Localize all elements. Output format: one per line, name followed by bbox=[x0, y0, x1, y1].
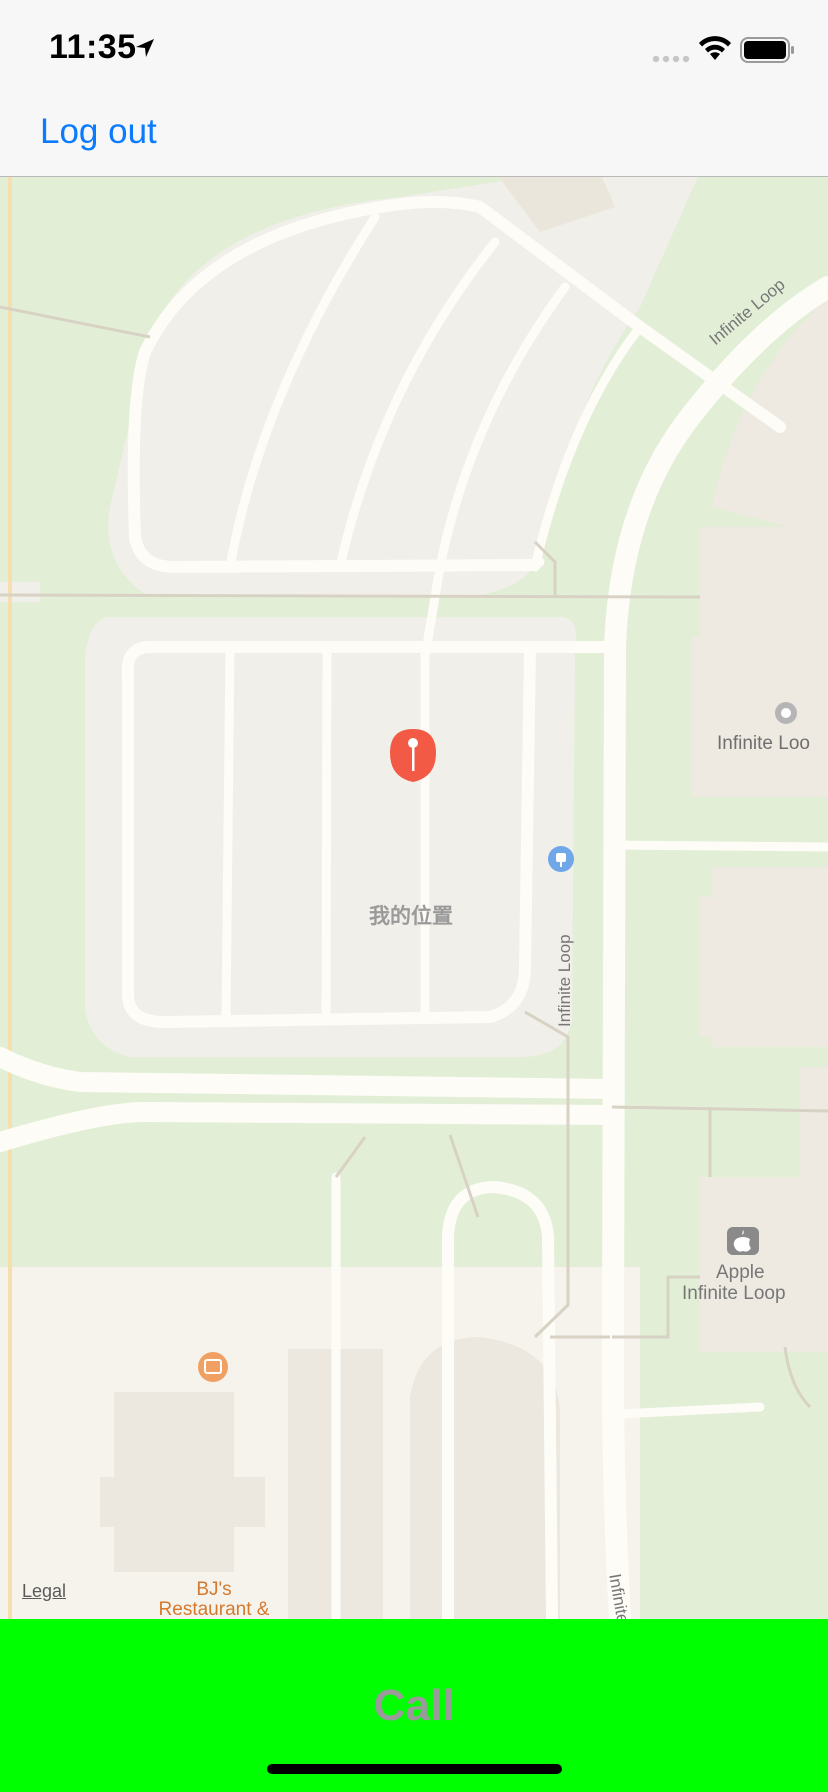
location-arrow-icon bbox=[136, 39, 154, 57]
map-canvas bbox=[0, 177, 828, 1619]
status-bar: 11:35 bbox=[0, 0, 828, 96]
logout-button[interactable]: Log out bbox=[40, 112, 157, 152]
nav-bar: Log out bbox=[0, 96, 828, 177]
cellular-signal-icon bbox=[652, 55, 690, 63]
poi-label-infinite-loop: Infinite Loo bbox=[717, 733, 810, 754]
road-label-infinite-loop-vertical: Infinite Loop bbox=[555, 934, 574, 1027]
user-location-label: 我的位置 bbox=[369, 905, 453, 928]
wifi-icon bbox=[699, 36, 731, 60]
poi-label-bjs-line1: BJ's bbox=[196, 1579, 232, 1600]
call-button[interactable]: Call bbox=[0, 1681, 828, 1731]
legal-link[interactable]: Legal bbox=[22, 1581, 66, 1602]
home-indicator[interactable] bbox=[267, 1764, 562, 1774]
poi-label-bjs-line2: Restaurant & bbox=[158, 1599, 270, 1620]
map-view[interactable]: Infinite Loop Infinite Loo Infinite Loop… bbox=[0, 177, 828, 1619]
poi-label-apple-line1: Apple bbox=[716, 1262, 765, 1283]
status-time: 11:35 bbox=[49, 28, 137, 66]
poi-label-bjs: BJ's Restaurant & bbox=[150, 1579, 278, 1620]
battery-icon bbox=[740, 37, 794, 63]
poi-label-apple-line2: Infinite Loop bbox=[682, 1283, 786, 1304]
